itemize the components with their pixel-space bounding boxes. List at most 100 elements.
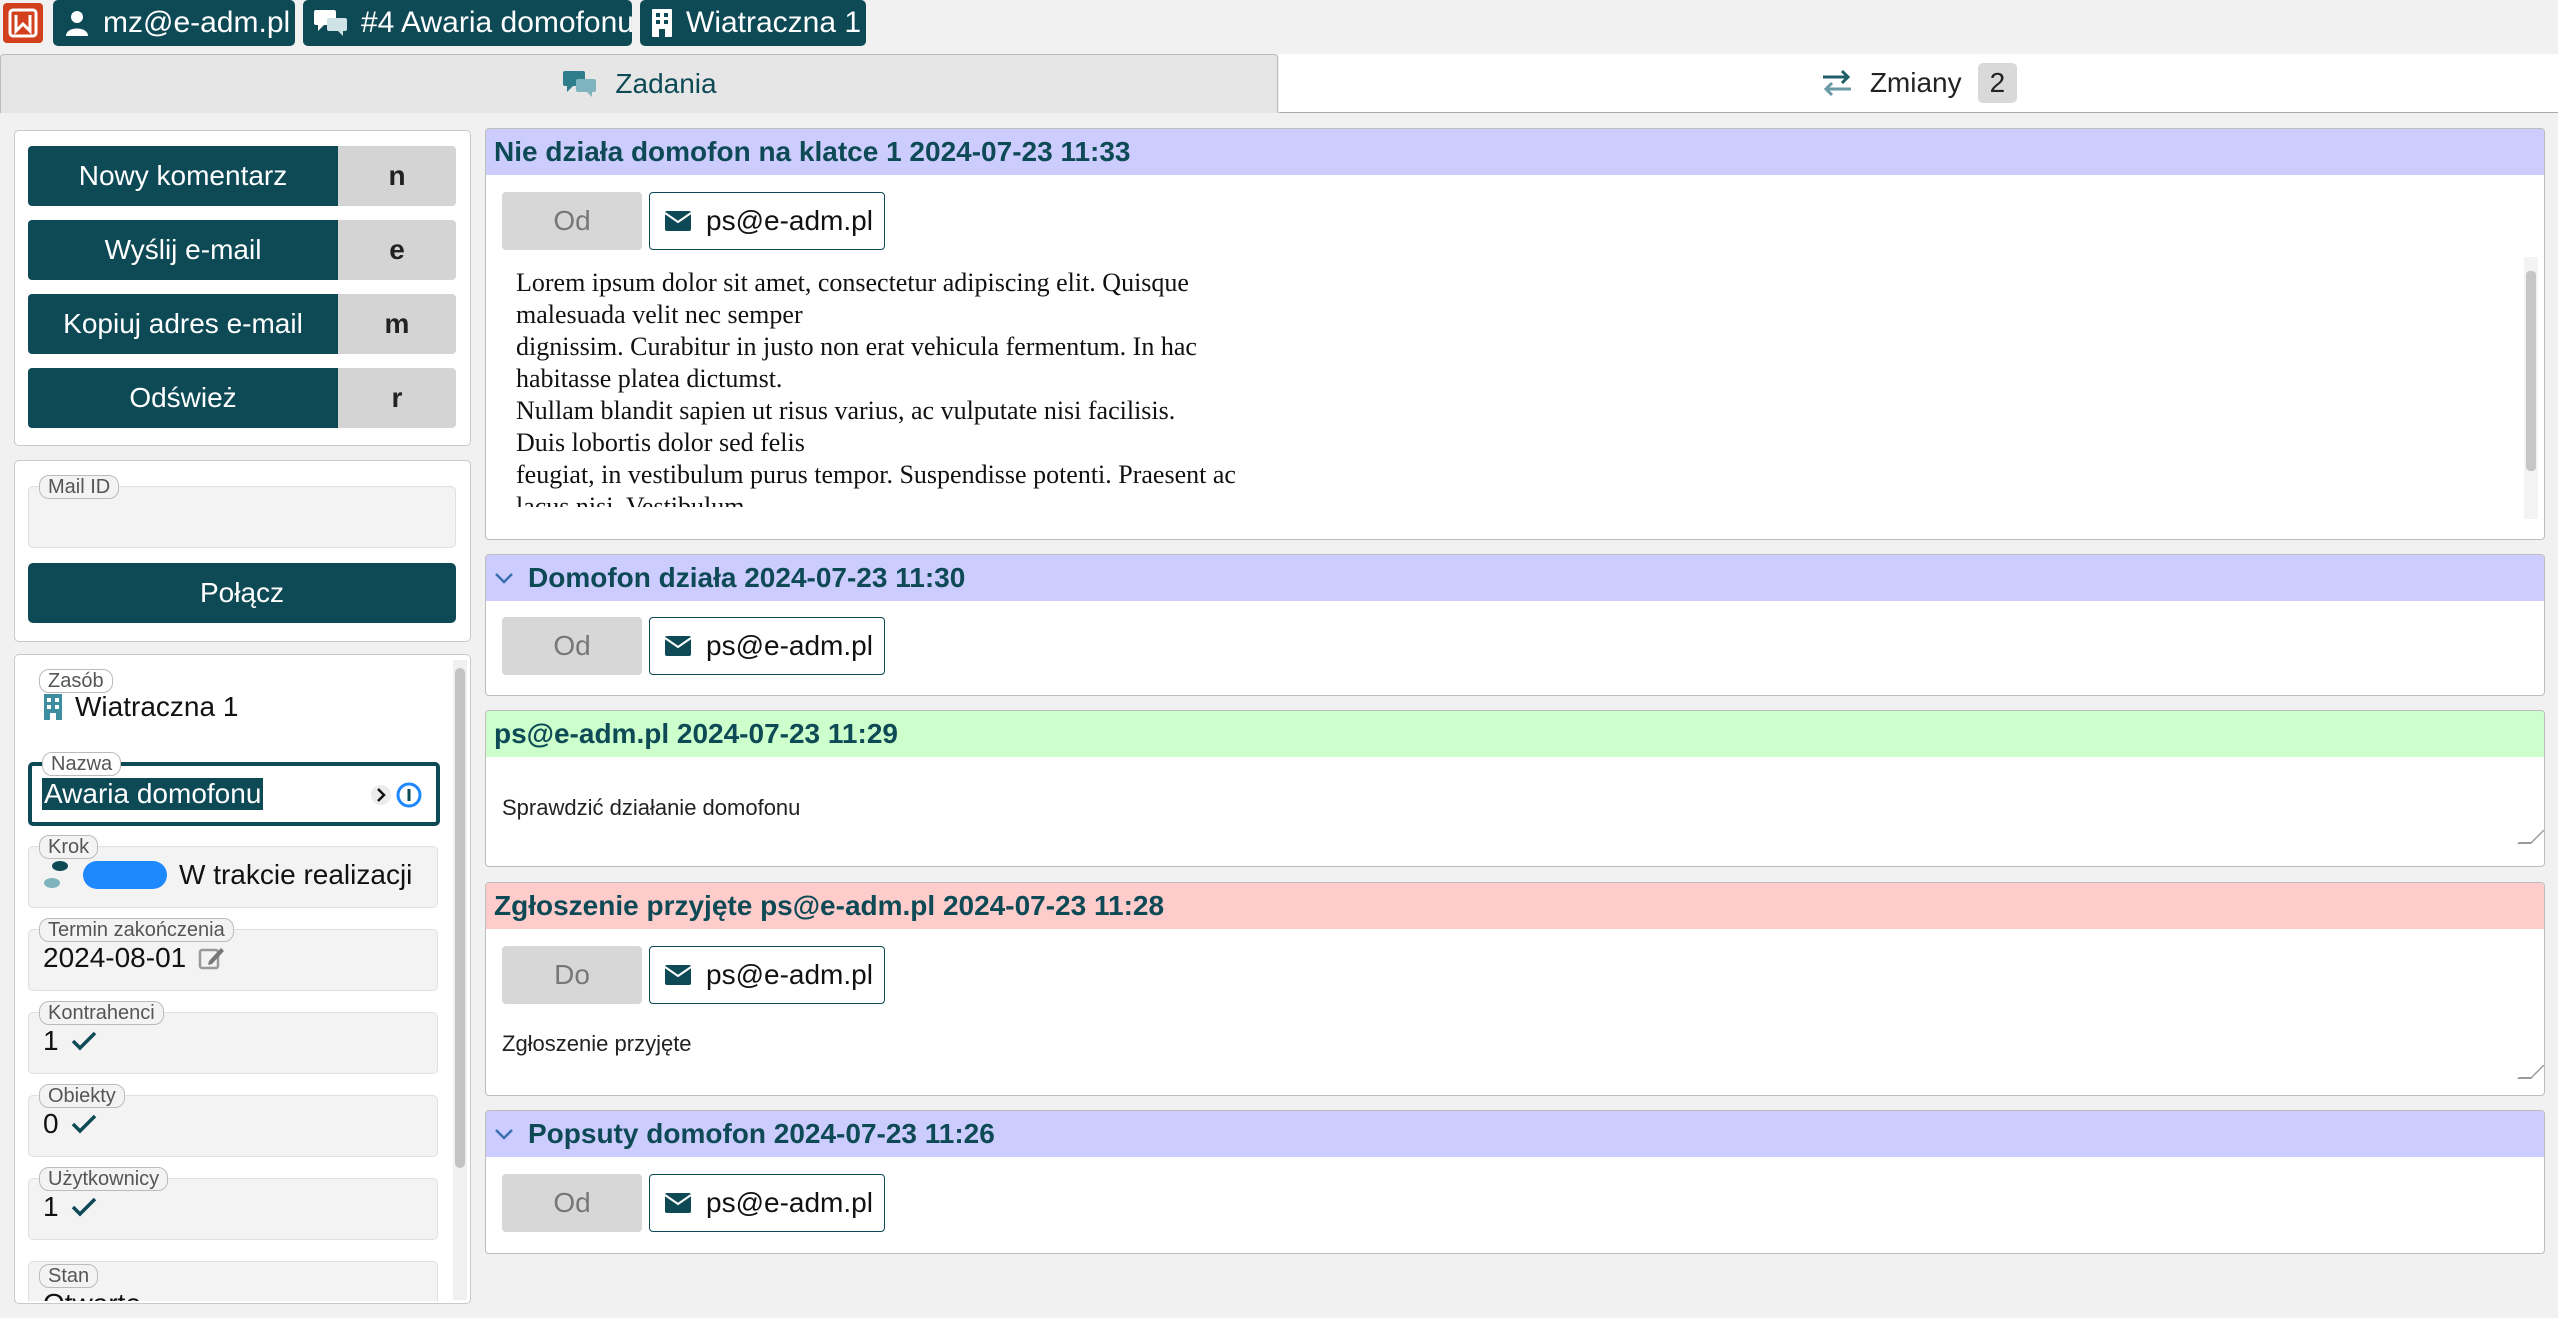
direction-badge: Od	[502, 192, 642, 250]
tab-zmiany-label: Zmiany	[1869, 67, 1962, 98]
info-icon	[396, 782, 422, 808]
comment-card: ps@e-adm.pl 2024-07-23 11:29 Sprawdzić d…	[485, 710, 2545, 867]
objects-label: Obiekty	[39, 1084, 125, 1108]
resize-handle[interactable]	[2517, 830, 2544, 844]
building-icon	[652, 9, 672, 37]
send-email-label: Wyślij e-mail	[28, 220, 338, 280]
sender-email-button[interactable]: ps@e-adm.pl	[649, 617, 885, 675]
state-label: Stan	[39, 1264, 99, 1288]
chevron-down-icon[interactable]	[494, 571, 514, 585]
message-card: Domofon działa 2024-07-23 11:30 Od ps@e-…	[485, 554, 2545, 696]
refresh-label: Odśwież	[28, 368, 338, 428]
message-title: Nie działa domofon na klatce 1 2024-07-2…	[494, 136, 1131, 167]
message-title: Zgłoszenie przyjęte ps@e-adm.pl 2024-07-…	[494, 890, 1165, 921]
resource-field: Zasób Wiatraczna 1	[28, 669, 438, 738]
objects-field[interactable]: Obiekty 0	[28, 1084, 438, 1157]
sender-email-button[interactable]: ps@e-adm.pl	[649, 192, 885, 250]
users-field[interactable]: Użytkownicy 1	[28, 1167, 438, 1240]
deadline-value: 2024-08-01	[43, 942, 187, 973]
changes-count-badge: 2	[1977, 63, 2018, 103]
resource-value-wrap: Wiatraczna 1	[43, 691, 238, 723]
step-progress-toggle[interactable]	[83, 861, 167, 889]
message-body-scrollbar[interactable]	[2524, 257, 2538, 519]
breadcrumb-task-label: #4 Awaria domofonu	[361, 6, 634, 39]
task-name-controls[interactable]	[370, 782, 422, 808]
objects-value: 0	[43, 1108, 59, 1139]
contractors-value: 1	[43, 1025, 59, 1056]
recipient-email-button[interactable]: ps@e-adm.pl	[649, 946, 885, 1004]
step-field[interactable]: Krok W trakcie realizacji	[28, 835, 438, 908]
swap-arrows-icon	[1822, 69, 1851, 97]
recipient-email: ps@e-adm.pl	[706, 959, 873, 990]
mail-id-field[interactable]: Mail ID	[28, 475, 456, 548]
message-header[interactable]: Nie działa domofon na klatce 1 2024-07-2…	[486, 129, 2544, 175]
direction-badge: Do	[502, 946, 642, 1004]
sender-email-button[interactable]: ps@e-adm.pl	[649, 1174, 885, 1232]
step-value: W trakcie realizacji	[179, 859, 413, 890]
contractors-field[interactable]: Kontrahenci 1	[28, 1001, 438, 1074]
message-title: Popsuty domofon 2024-07-23 11:26	[528, 1118, 995, 1149]
state-field[interactable]: Stan Otwarte	[28, 1261, 438, 1301]
sender-email: ps@e-adm.pl	[706, 630, 873, 661]
message-header[interactable]: Domofon działa 2024-07-23 11:30	[486, 555, 2544, 601]
envelope-icon	[664, 1193, 692, 1213]
copy-email-button[interactable]: Kopiuj adres e-mail m	[28, 294, 456, 354]
objects-value-wrap: 0	[43, 1108, 97, 1140]
comment-title: ps@e-adm.pl 2024-07-23 11:29	[494, 718, 898, 749]
building-icon	[44, 694, 62, 720]
sender-email: ps@e-adm.pl	[706, 205, 873, 236]
deadline-label: Termin zakończenia	[39, 918, 234, 942]
details-scrollbar[interactable]	[453, 660, 467, 1300]
chevron-right-icon	[371, 785, 391, 805]
deadline-value-wrap: 2024-08-01	[43, 942, 226, 974]
send-email-button[interactable]: Wyślij e-mail e	[28, 220, 456, 280]
deadline-field[interactable]: Termin zakończenia 2024-08-01	[28, 918, 438, 991]
task-name-input[interactable]: Nazwa Awaria domofonu	[28, 752, 440, 826]
app-logo[interactable]	[3, 3, 43, 43]
message-card: Zgłoszenie przyjęte ps@e-adm.pl 2024-07-…	[485, 882, 2545, 1096]
details-scrollbar-thumb[interactable]	[455, 668, 465, 1168]
message-card: Nie działa domofon na klatce 1 2024-07-2…	[485, 128, 2545, 540]
refresh-button[interactable]: Odśwież r	[28, 368, 456, 428]
shortcut-key: r	[338, 368, 456, 428]
connect-button[interactable]: Połącz	[28, 563, 456, 623]
check-icon	[71, 1031, 96, 1051]
resource-label: Zasób	[39, 669, 113, 693]
breadcrumb-resource-label: Wiatraczna 1	[686, 6, 862, 39]
shortcut-key: m	[338, 294, 456, 354]
step-label: Krok	[39, 835, 99, 859]
new-comment-label: Nowy komentarz	[28, 146, 338, 206]
message-body: Lorem ipsum dolor sit amet, consectetur …	[516, 268, 1236, 507]
contractors-label: Kontrahenci	[39, 1001, 164, 1025]
edit-icon[interactable]	[198, 944, 226, 972]
check-icon	[71, 1197, 96, 1217]
envelope-icon	[664, 636, 692, 656]
task-name-value: Awaria domofonu	[42, 778, 264, 810]
breadcrumb-resource[interactable]: Wiatraczna 1	[640, 0, 866, 46]
sender-email: ps@e-adm.pl	[706, 1187, 873, 1218]
breadcrumb-user[interactable]: mz@e-adm.pl	[53, 0, 295, 46]
comment-header[interactable]: ps@e-adm.pl 2024-07-23 11:29	[486, 711, 2544, 757]
breadcrumb-user-label: mz@e-adm.pl	[103, 6, 291, 39]
users-value-wrap: 1	[43, 1191, 97, 1223]
top-bar: mz@e-adm.pl #4 Awaria domofonu Wiatraczn…	[0, 0, 2558, 50]
message-card: Popsuty domofon 2024-07-23 11:26 Od ps@e…	[485, 1110, 2545, 1254]
direction-badge: Od	[502, 617, 642, 675]
resize-handle[interactable]	[2517, 1065, 2544, 1079]
chat-icon	[563, 71, 597, 97]
envelope-icon	[664, 211, 692, 231]
message-header[interactable]: Zgłoszenie przyjęte ps@e-adm.pl 2024-07-…	[486, 883, 2544, 929]
chat-icon	[314, 10, 347, 36]
message-body: Zgłoszenie przyjęte	[502, 1031, 692, 1056]
message-header[interactable]: Popsuty domofon 2024-07-23 11:26	[486, 1111, 2544, 1157]
breadcrumb-task[interactable]: #4 Awaria domofonu	[303, 0, 634, 46]
tab-zmiany[interactable]: Zmiany 2	[1279, 54, 2558, 113]
message-body-scrollbar-thumb[interactable]	[2526, 271, 2536, 471]
new-comment-button[interactable]: Nowy komentarz n	[28, 146, 456, 206]
step-value-wrap: W trakcie realizacji	[41, 859, 412, 891]
task-name-label: Nazwa	[42, 752, 122, 776]
message-title: Domofon działa 2024-07-23 11:30	[528, 562, 966, 593]
check-icon	[71, 1114, 96, 1134]
chevron-down-icon[interactable]	[494, 1127, 514, 1141]
tab-zadania[interactable]: Zadania	[0, 54, 1278, 113]
